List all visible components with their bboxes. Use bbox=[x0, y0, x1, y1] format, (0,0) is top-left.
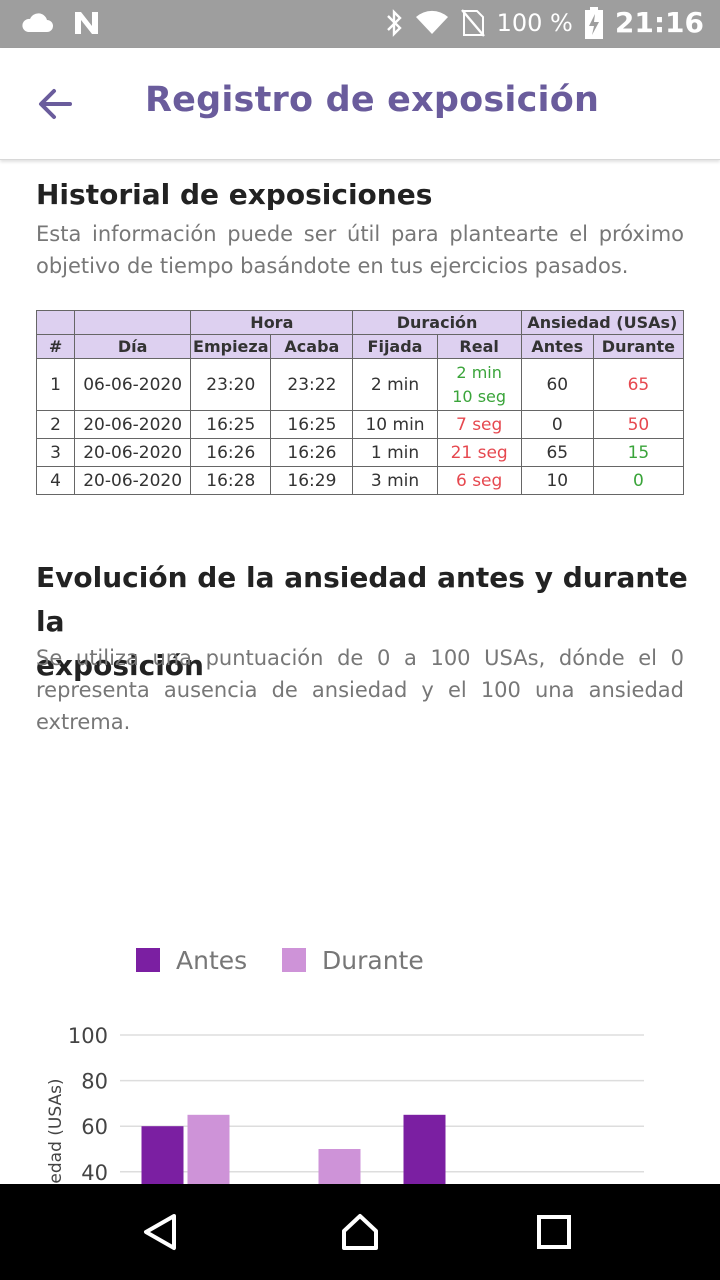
cell-number: 3 bbox=[35, 438, 76, 467]
table-header-empty bbox=[35, 310, 76, 335]
arrow-left-icon[interactable] bbox=[36, 84, 76, 124]
battery-charging-icon bbox=[584, 6, 603, 39]
cell-number: 2 bbox=[35, 410, 76, 439]
legend-swatch-durante bbox=[282, 948, 306, 972]
page-title: Registro de exposición bbox=[145, 80, 600, 120]
cell-number: 1 bbox=[35, 358, 76, 411]
cell-set-duration: 10 min bbox=[352, 410, 438, 439]
clock: 21:16 bbox=[614, 6, 704, 39]
cell-start: 16:25 bbox=[190, 410, 272, 439]
table-header-ansiedad: Ansiedad (USAs) bbox=[520, 310, 685, 335]
cell-day: 20-06-2020 bbox=[74, 438, 192, 467]
table-header-duracion: Duración bbox=[352, 310, 522, 335]
history-heading: Historial de exposiciones bbox=[36, 178, 433, 211]
history-table: Hora Duración Ansiedad (USAs) # Día Empi… bbox=[35, 310, 685, 495]
bar-antes bbox=[141, 1126, 184, 1184]
n-notification-icon bbox=[75, 12, 98, 34]
bar-antes bbox=[403, 1114, 446, 1184]
column-header: Fijada bbox=[352, 334, 438, 359]
cell-number: 4 bbox=[35, 466, 76, 495]
cell-end: 16:25 bbox=[270, 410, 354, 439]
recents-icon[interactable] bbox=[534, 1212, 574, 1252]
y-tick-label: 100 bbox=[68, 1024, 108, 1048]
evolution-description: Se utiliza una puntuación de 0 a 100 USA… bbox=[36, 646, 684, 734]
column-header: Real bbox=[436, 334, 522, 359]
table-row: 1 06-06-2020 23:20 23:22 2 min 2 min 10 … bbox=[35, 358, 685, 411]
cell-set-duration: 1 min bbox=[352, 438, 438, 467]
cell-start: 23:20 bbox=[190, 358, 272, 411]
cell-end: 23:22 bbox=[270, 358, 354, 411]
cell-start: 16:26 bbox=[190, 438, 272, 467]
navigation-bar bbox=[0, 1184, 720, 1280]
cell-before: 65 bbox=[520, 438, 594, 467]
main-content[interactable]: Historial de exposiciones Esta informaci… bbox=[0, 160, 720, 1184]
y-tick-label: 40 bbox=[81, 1161, 108, 1184]
column-header: Durante bbox=[592, 334, 685, 359]
cell-real-duration-line: 10 seg bbox=[452, 386, 507, 406]
no-sim-icon bbox=[460, 8, 485, 37]
evolution-heading-line: Evolución de la ansiedad antes y durante… bbox=[36, 561, 688, 638]
cloud-icon bbox=[22, 13, 53, 32]
cell-start: 16:28 bbox=[190, 466, 272, 495]
cell-day: 20-06-2020 bbox=[74, 410, 192, 439]
legend-swatch-antes bbox=[136, 948, 160, 972]
anxiety-bar-chart: 0204060801001234Número de exposiciónAnsi… bbox=[46, 946, 644, 1184]
cell-set-duration: 2 min bbox=[352, 358, 438, 411]
column-header: Antes bbox=[520, 334, 594, 359]
wifi-icon bbox=[415, 10, 448, 34]
back-triangle-icon[interactable] bbox=[140, 1212, 180, 1252]
column-header: Acaba bbox=[270, 334, 354, 359]
home-icon[interactable] bbox=[340, 1212, 380, 1252]
cell-before: 0 bbox=[520, 410, 594, 439]
cell-end: 16:26 bbox=[270, 438, 354, 467]
cell-real-duration: 2 min 10 seg bbox=[436, 358, 522, 411]
bar-durante bbox=[187, 1114, 230, 1184]
table-row: 3 20-06-2020 16:26 16:26 1 min 21 seg 65… bbox=[35, 438, 685, 467]
column-header: # bbox=[35, 334, 76, 359]
table-header-empty bbox=[74, 310, 192, 335]
bluetooth-icon bbox=[386, 8, 402, 37]
y-tick-label: 60 bbox=[81, 1115, 108, 1139]
cell-during: 0 bbox=[592, 466, 685, 495]
cell-real-duration-line: 2 min bbox=[456, 362, 502, 382]
table-column-header-row: # Día Empieza Acaba Fijada Real Antes Du… bbox=[35, 334, 685, 359]
history-description: Esta información puede ser útil para pla… bbox=[36, 222, 684, 278]
table-header-hora: Hora bbox=[190, 310, 354, 335]
cell-real-duration: 7 seg bbox=[436, 410, 522, 439]
column-header: Empieza bbox=[190, 334, 272, 359]
table-group-header-row: Hora Duración Ansiedad (USAs) bbox=[35, 310, 685, 335]
battery-percent: 100 % bbox=[496, 8, 573, 37]
y-tick-label: 80 bbox=[81, 1070, 108, 1094]
bar-durante bbox=[318, 1149, 361, 1184]
cell-before: 60 bbox=[520, 358, 594, 411]
cell-during: 65 bbox=[592, 358, 685, 411]
cell-set-duration: 3 min bbox=[352, 466, 438, 495]
y-axis-label: Ansiedad (USAs) bbox=[46, 1078, 66, 1184]
status-bar: 100 % 21:16 bbox=[0, 0, 720, 48]
cell-before: 10 bbox=[520, 466, 594, 495]
cell-end: 16:29 bbox=[270, 466, 354, 495]
cell-during: 50 bbox=[592, 410, 685, 439]
column-header: Día bbox=[74, 334, 192, 359]
cell-day: 06-06-2020 bbox=[74, 358, 192, 411]
cell-during: 15 bbox=[592, 438, 685, 467]
table-row: 2 20-06-2020 16:25 16:25 10 min 7 seg 0 … bbox=[35, 410, 685, 439]
cell-real-duration: 6 seg bbox=[436, 466, 522, 495]
legend-label-antes: Antes bbox=[176, 946, 247, 975]
table-row: 4 20-06-2020 16:28 16:29 3 min 6 seg 10 … bbox=[35, 466, 685, 495]
app-bar: Registro de exposición bbox=[0, 48, 720, 160]
cell-day: 20-06-2020 bbox=[74, 466, 192, 495]
legend-label-durante: Durante bbox=[322, 946, 424, 975]
cell-real-duration: 21 seg bbox=[436, 438, 522, 467]
